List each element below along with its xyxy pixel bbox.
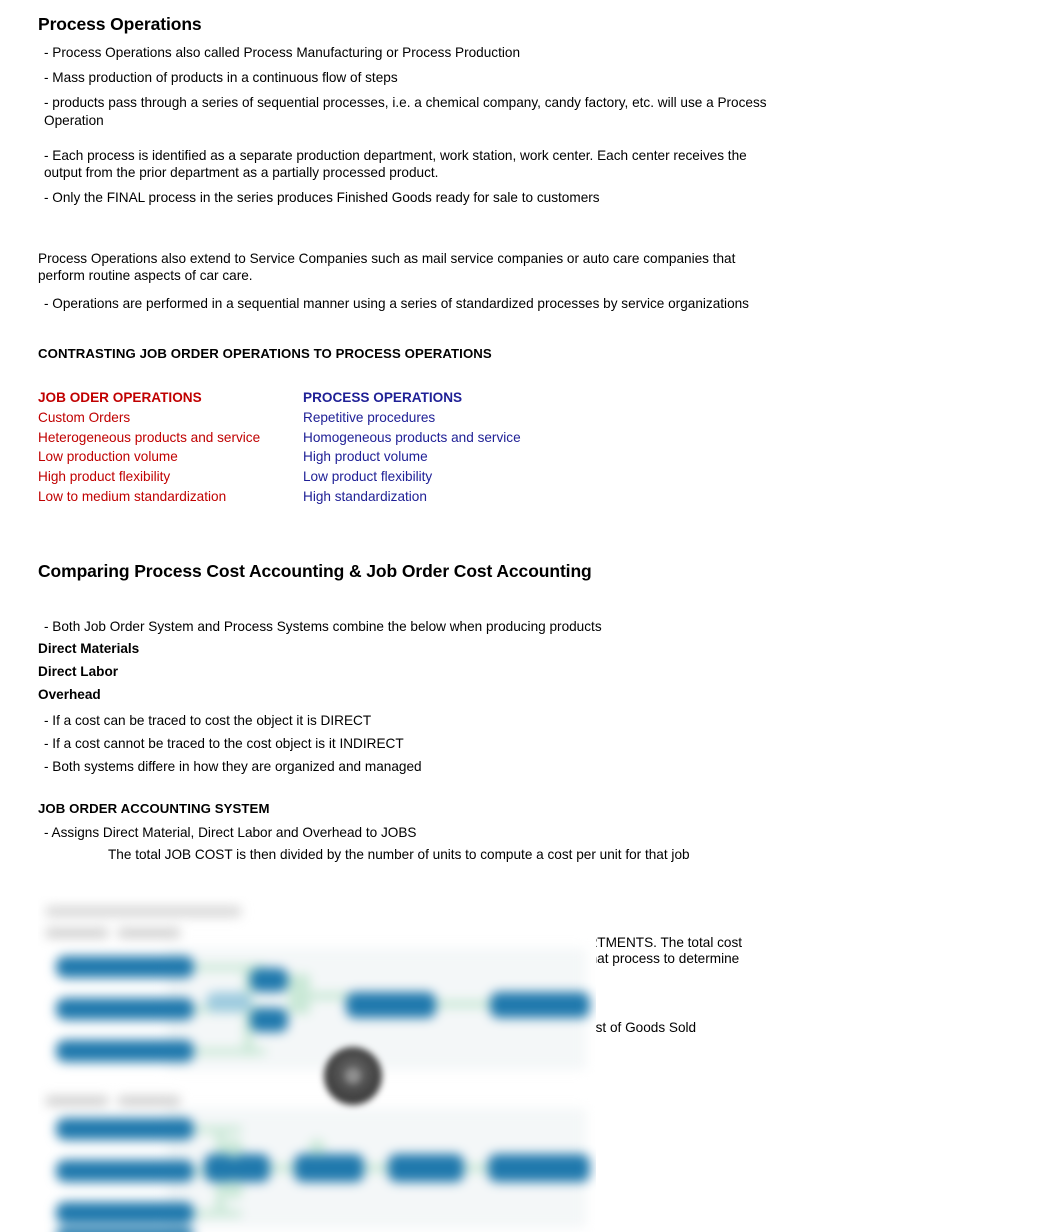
intro-bullet-5: - Only the FINAL process in the series p…: [44, 190, 600, 206]
comparing-section-heading: Comparing Process Cost Accounting & Job …: [38, 560, 592, 581]
table-row: Custom Orders Repetitive procedures: [38, 408, 638, 428]
diagram-node: [488, 1154, 590, 1182]
diagram-node: [56, 956, 194, 978]
comparison-cell-right: High standardization: [303, 488, 427, 504]
document-page: Process Operations - Process Operations …: [0, 0, 1062, 1232]
diagram-connector: [288, 974, 310, 1014]
diagram-node: [56, 1202, 194, 1224]
service-operations-bullet: - Operations are performed in a sequenti…: [44, 295, 749, 311]
comparison-cell-left: High product flexibility: [38, 469, 171, 485]
table-row: Heterogeneous products and service Homog…: [38, 428, 638, 448]
diagram-node: [56, 1118, 194, 1140]
comparison-right-header: PROCESS OPERATIONS: [303, 390, 463, 406]
diagram-connector: [270, 1164, 294, 1172]
diagram-node: [294, 1154, 364, 1182]
comparison-cell-left: Low production volume: [38, 449, 178, 465]
diagram-subtitle-bar: [118, 928, 180, 938]
comparison-cell-right: Low product flexibility: [303, 469, 433, 485]
diagram-node: [204, 1154, 270, 1182]
comparison-cell-right: Homogeneous products and service: [303, 429, 521, 445]
comparison-cell-left: Low to medium standardization: [38, 488, 227, 504]
service-companies-paragraph: Process Operations also extend to Servic…: [38, 250, 736, 283]
cost-component-direct-labor: Direct Labor: [38, 663, 119, 679]
indirect-cost-bullet-2: - If a cost cannot be traced to the cost…: [44, 735, 404, 751]
diagram-node: [56, 998, 194, 1020]
table-row: High product flexibility Low product fle…: [38, 467, 638, 487]
costing-flow-diagram-image: [38, 896, 596, 1232]
diagram-node: [490, 992, 590, 1018]
diagram-title-bar: [46, 906, 241, 917]
diagram-node: [250, 968, 288, 992]
contrasting-heading: CONTRASTING JOB ORDER OPERATIONS TO PROC…: [38, 345, 492, 361]
comparison-cell-right: Repetitive procedures: [303, 410, 436, 426]
job-order-system-bullet: - Assigns Direct Material, Direct Labor …: [44, 824, 417, 840]
diagram-node: [56, 1228, 194, 1232]
comparison-left-header: JOB ODER OPERATIONS: [38, 390, 202, 406]
intro-bullet-2: - Mass production of products in a conti…: [44, 70, 398, 86]
page-title: Process Operations: [38, 14, 202, 34]
diagram-node: [56, 1160, 194, 1182]
intro-bullet-1: - Process Operations also called Process…: [44, 44, 521, 60]
cost-component-direct-materials: Direct Materials: [38, 640, 140, 656]
comparing-lead-bullet: - Both Job Order System and Process Syst…: [44, 619, 602, 635]
document-body: Process Operations - Process Operations …: [38, 14, 828, 1037]
intro-bullet-4: - Each process is identified as a separa…: [44, 147, 747, 181]
diagram-node: [56, 1040, 194, 1062]
comparison-cell-left: Custom Orders: [38, 410, 131, 426]
comparison-table: JOB ODER OPERATIONS PROCESS OPERATIONS C…: [38, 388, 638, 506]
diagram-connector: [464, 1164, 488, 1172]
direct-cost-bullet-1: - If a cost can be traced to cost the ob…: [44, 712, 372, 728]
diagram-connector: [364, 1164, 388, 1172]
table-row: Low production volume High product volum…: [38, 447, 638, 467]
diagram-section-label: [46, 1096, 108, 1106]
cost-component-overhead: Overhead: [38, 686, 101, 702]
intro-bullet-3: - products pass through a series of sequ…: [44, 95, 767, 128]
diagram-section-label: [118, 1096, 180, 1106]
play-button-overlay-icon[interactable]: [324, 1047, 382, 1105]
diagram-node: [388, 1154, 464, 1182]
comparison-cell-left: Heterogeneous products and service: [38, 429, 261, 445]
job-order-system-heading: JOB ORDER ACCOUNTING SYSTEM: [38, 801, 270, 817]
diagram-node: [250, 1008, 288, 1032]
comparison-cell-right: High product volume: [303, 449, 428, 465]
table-row: Low to medium standardization High stand…: [38, 487, 638, 507]
systems-differ-bullet-3: - Both systems differe in how they are o…: [44, 759, 422, 775]
play-button-inner-icon: [345, 1068, 361, 1084]
job-cost-note: The total JOB COST is then divided by th…: [108, 847, 690, 863]
diagram-subtitle-bar: [46, 928, 108, 938]
diagram-node: [206, 992, 252, 1012]
diagram-connector: [194, 1048, 266, 1055]
diagram-canvas: [38, 896, 596, 1232]
diagram-connector: [436, 1000, 492, 1008]
comparison-header-row: JOB ODER OPERATIONS PROCESS OPERATIONS: [38, 388, 638, 408]
diagram-node: [346, 992, 436, 1018]
